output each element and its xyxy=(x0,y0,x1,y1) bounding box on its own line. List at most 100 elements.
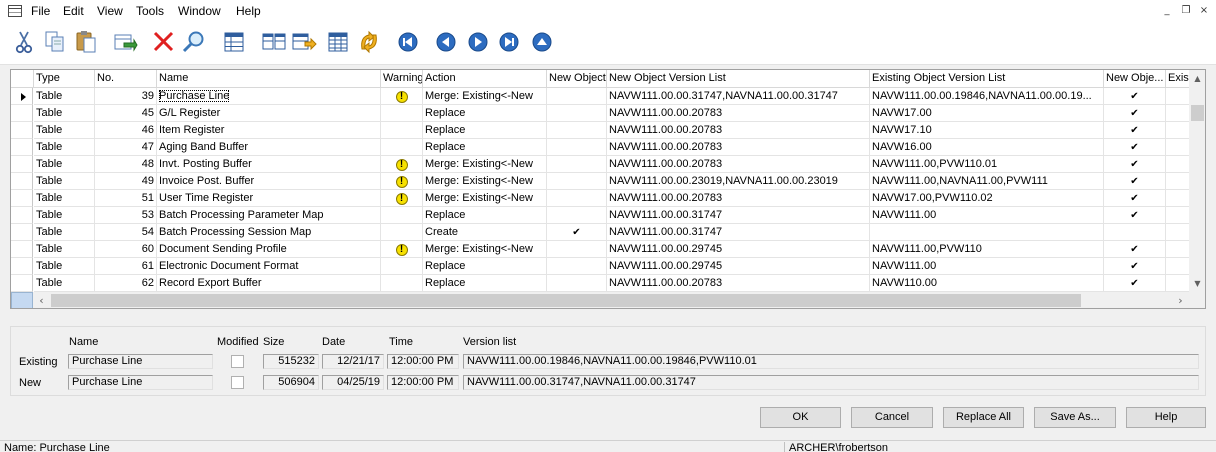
cell-existing-version[interactable]: NAVW111.00 xyxy=(870,207,1104,224)
cell-new-version[interactable]: NAVW111.00.00.29745 xyxy=(607,258,870,275)
delete-icon[interactable] xyxy=(151,29,177,55)
ok-button[interactable]: OK xyxy=(760,407,841,428)
table-row[interactable]: Table 47 Aging Band Buffer Replace NAVW111.0… xyxy=(11,139,1191,156)
table-row[interactable]: Table 48 Invt. Posting Buffer! Merge: Exist… xyxy=(11,156,1191,173)
cell-new-object[interactable]: ✔ xyxy=(547,224,607,241)
cell-new-version[interactable]: NAVW111.00.00.20783 xyxy=(607,122,870,139)
cell-action[interactable]: Merge: Existing<-New xyxy=(423,190,547,207)
compare-icon[interactable] xyxy=(261,29,287,55)
scroll-up-icon[interactable]: ▲ xyxy=(1189,70,1205,87)
cell-warning[interactable]: ! xyxy=(381,173,423,190)
cell-new-object[interactable] xyxy=(547,275,607,292)
header-selector[interactable] xyxy=(11,70,34,88)
table-row[interactable]: Table 46 Item Register Replace NAVW111.00.00… xyxy=(11,122,1191,139)
row-selector[interactable] xyxy=(11,275,33,292)
cell-type[interactable]: Table xyxy=(34,241,95,258)
cell-type[interactable]: Table xyxy=(34,139,95,156)
cell-existing-version[interactable]: NAVW111.00,NAVNA11.00,PVW111 xyxy=(870,173,1104,190)
cell-type[interactable]: Table xyxy=(34,275,95,292)
menu-edit[interactable]: Edit xyxy=(63,4,84,18)
cell-new-obj-flag[interactable]: ✔ xyxy=(1104,207,1166,224)
cell-action[interactable]: Replace xyxy=(423,105,547,122)
row-selector[interactable] xyxy=(11,139,33,156)
cell-new-obj-flag[interactable]: ✔ xyxy=(1104,122,1166,139)
cell-new-obj-flag[interactable]: ✔ xyxy=(1104,275,1166,292)
cell-name[interactable]: Invoice Post. Buffer xyxy=(157,173,381,190)
table-row[interactable]: Table 49 Invoice Post. Buffer! Merge: Exist… xyxy=(11,173,1191,190)
cell-name[interactable]: Electronic Document Format xyxy=(157,258,381,275)
cell-name[interactable]: User Time Register xyxy=(157,190,381,207)
cell-new-obj-flag[interactable]: ✔ xyxy=(1104,173,1166,190)
cell-warning[interactable] xyxy=(381,105,423,122)
header-new-obj-flag[interactable]: New Obje... xyxy=(1104,70,1166,88)
cell-no[interactable]: 49 xyxy=(95,173,157,190)
cell-new-obj-flag[interactable]: ✔ xyxy=(1104,241,1166,258)
cell-action[interactable]: Merge: Existing<-New xyxy=(423,173,547,190)
cell-exist[interactable] xyxy=(1166,224,1190,241)
cell-warning[interactable]: ! xyxy=(381,88,423,105)
header-exist[interactable]: Exist xyxy=(1166,70,1190,88)
cell-existing-version[interactable]: NAVW111.00.00.19846,NAVNA11.00.00.19... xyxy=(870,88,1104,105)
cell-warning[interactable]: ! xyxy=(381,190,423,207)
vertical-scroll-thumb[interactable] xyxy=(1191,105,1204,121)
cell-new-object[interactable] xyxy=(547,122,607,139)
cell-existing-version[interactable]: NAVW111.00 xyxy=(870,258,1104,275)
cell-new-object[interactable] xyxy=(547,88,607,105)
row-selector[interactable] xyxy=(11,105,33,122)
menu-window[interactable]: Window xyxy=(178,4,221,18)
row-selector[interactable] xyxy=(11,190,33,207)
app-table-icon[interactable] xyxy=(8,5,22,17)
cell-type[interactable]: Table xyxy=(34,156,95,173)
cell-new-version[interactable]: NAVW111.00.00.20783 xyxy=(607,156,870,173)
cell-warning[interactable] xyxy=(381,275,423,292)
table-row[interactable]: Table 54 Batch Processing Session Map Creat… xyxy=(11,224,1191,241)
cell-action[interactable]: Replace xyxy=(423,258,547,275)
previous-icon[interactable] xyxy=(433,29,459,55)
header-name[interactable]: Name xyxy=(157,70,381,88)
cell-new-object[interactable] xyxy=(547,156,607,173)
table-row[interactable]: Table 60 Document Sending Profile! Merge: E… xyxy=(11,241,1191,258)
first-icon[interactable] xyxy=(395,29,421,55)
row-selector[interactable] xyxy=(11,258,33,275)
cell-new-version[interactable]: NAVW111.00.00.23019,NAVNA11.00.00.23019 xyxy=(607,173,870,190)
find-icon[interactable] xyxy=(181,29,207,55)
scroll-left-icon[interactable]: ‹ xyxy=(33,292,50,308)
cell-warning[interactable]: ! xyxy=(381,241,423,258)
cell-exist[interactable] xyxy=(1166,156,1190,173)
cell-no[interactable]: 46 xyxy=(95,122,157,139)
cell-no[interactable]: 61 xyxy=(95,258,157,275)
cell-type[interactable]: Table xyxy=(34,258,95,275)
cell-exist[interactable] xyxy=(1166,122,1190,139)
cell-name[interactable]: Aging Band Buffer xyxy=(157,139,381,156)
replace-all-button[interactable]: Replace All xyxy=(943,407,1024,428)
cell-no[interactable]: 51 xyxy=(95,190,157,207)
cancel-button[interactable]: Cancel xyxy=(851,407,933,428)
cell-new-obj-flag[interactable] xyxy=(1104,224,1166,241)
cell-warning[interactable] xyxy=(381,258,423,275)
cell-type[interactable]: Table xyxy=(34,173,95,190)
menu-file[interactable]: File xyxy=(31,4,50,18)
cell-exist[interactable] xyxy=(1166,173,1190,190)
cell-new-object[interactable] xyxy=(547,173,607,190)
menu-view[interactable]: View xyxy=(97,4,123,18)
header-new-object[interactable]: New Object xyxy=(547,70,607,88)
row-selector[interactable] xyxy=(11,224,33,241)
transfer-icon[interactable] xyxy=(112,29,138,55)
cell-no[interactable]: 53 xyxy=(95,207,157,224)
header-existing-object-version-list[interactable]: Existing Object Version List xyxy=(870,70,1104,88)
restore-icon[interactable]: ❐ xyxy=(1179,4,1193,18)
row-selector[interactable] xyxy=(11,207,33,224)
horizontal-scrollbar[interactable]: ‹ › xyxy=(11,292,1205,308)
vertical-scrollbar[interactable]: ▲ ▼ xyxy=(1189,70,1205,292)
cell-new-obj-flag[interactable]: ✔ xyxy=(1104,105,1166,122)
table-row[interactable]: Table 62 Record Export Buffer Replace NAVW11… xyxy=(11,275,1191,292)
scroll-right-icon[interactable]: › xyxy=(1172,292,1189,308)
cell-name[interactable]: Batch Processing Session Map xyxy=(157,224,381,241)
paste-icon[interactable] xyxy=(73,29,99,55)
cell-new-version[interactable]: NAVW111.00.00.20783 xyxy=(607,275,870,292)
cell-type[interactable]: Table xyxy=(34,207,95,224)
horizontal-scroll-thumb[interactable] xyxy=(51,294,1081,307)
cell-exist[interactable] xyxy=(1166,88,1190,105)
copy-icon[interactable] xyxy=(42,29,68,55)
cell-action[interactable]: Replace xyxy=(423,122,547,139)
